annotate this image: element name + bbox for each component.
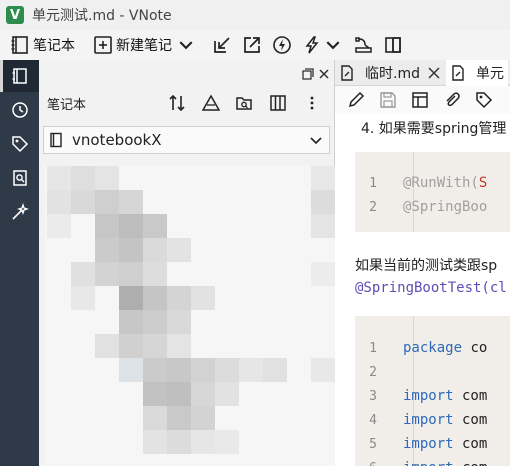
notebook-panel-title: 笔记本 (47, 97, 87, 113)
markdown-file-icon (341, 64, 353, 81)
history-button[interactable] (0, 94, 39, 126)
locate-icon (236, 97, 253, 110)
code-line: import com (403, 436, 488, 452)
notebook-panel: 笔记本 vnotebookX (39, 60, 335, 466)
snippet-icon (11, 203, 29, 220)
chevron-down-icon[interactable] (323, 35, 343, 55)
selected-notebook-name: vnotebookX (72, 131, 162, 149)
editor-tab-bar: 临时.md 单元 (335, 60, 510, 86)
close-panel-icon[interactable] (318, 68, 330, 80)
import-button[interactable] (208, 32, 236, 58)
split-icon (385, 37, 401, 53)
history-icon (11, 102, 28, 118)
window-title: 单元测试.md - VNote (32, 8, 172, 24)
chevron-down-icon (310, 137, 322, 145)
markdown-file-icon (452, 64, 464, 81)
activity-bar (0, 60, 39, 466)
new-note-icon (94, 36, 112, 54)
notebook-icon (50, 132, 62, 148)
panel-header (39, 60, 334, 88)
tab-temp-md[interactable]: 临时.md (335, 60, 446, 86)
paragraph-text: 如果当前的测试类跟sp (355, 258, 498, 274)
main-toolbar: 笔记本 新建笔记 (0, 30, 510, 60)
view-mode-button[interactable] (266, 92, 290, 114)
new-folder-icon (201, 94, 220, 111)
export-button[interactable] (238, 32, 266, 58)
import-icon (214, 37, 230, 53)
new-folder-button[interactable] (199, 92, 223, 114)
line-number: 5 (369, 437, 377, 452)
split-view-button[interactable] (379, 32, 407, 58)
markdown-document[interactable]: 4. 如果需要spring管理 1 2 @RunWith(S @SpringBo… (335, 114, 510, 466)
code-line: @RunWith(S (403, 175, 488, 191)
search-button[interactable] (0, 162, 39, 194)
tools-button[interactable] (349, 32, 377, 58)
sync-icon (273, 36, 291, 54)
sort-icon (169, 94, 185, 112)
tag-icon (476, 92, 493, 109)
export-icon (244, 37, 260, 53)
more-button[interactable] (300, 92, 324, 114)
tab-unit-test-md[interactable]: 单元 (445, 60, 508, 86)
inline-code: @SpringBootTest(cl (355, 280, 507, 296)
code-block (355, 152, 510, 232)
notebook-button-label: 笔记本 (33, 38, 75, 54)
code-line: @SpringBoo (403, 199, 488, 215)
new-note-button[interactable]: 新建笔记 (89, 32, 200, 58)
notebook-explorer-button[interactable] (0, 60, 39, 92)
edit-button[interactable] (345, 89, 367, 111)
flash-button[interactable] (298, 32, 347, 58)
view-icon (270, 95, 287, 111)
sync-button[interactable] (268, 32, 296, 58)
tags-button[interactable] (0, 128, 39, 160)
line-number: 1 (369, 341, 377, 356)
outline-icon (412, 92, 428, 108)
float-panel-icon[interactable] (302, 68, 314, 80)
tools-icon (355, 37, 372, 53)
edit-icon (348, 91, 365, 108)
save-icon (380, 92, 396, 108)
search-icon (12, 170, 27, 186)
line-number: 2 (369, 365, 377, 380)
notebook-tree[interactable] (45, 166, 335, 466)
list-item-text: 4. 如果需要spring管理 (361, 121, 507, 137)
snippets-button[interactable] (0, 196, 39, 228)
outline-button[interactable] (409, 89, 431, 111)
line-number: 4 (369, 413, 377, 428)
close-icon[interactable] (426, 65, 442, 81)
app-logo: V (6, 6, 24, 24)
tab-label: 临时.md (365, 65, 420, 82)
tag-icon (11, 136, 28, 153)
line-number: 6 (363, 461, 377, 466)
notebook-selector[interactable]: vnotebookX (43, 126, 330, 154)
notebook-icon (11, 36, 28, 54)
attachment-icon (446, 92, 460, 107)
notebook-explorer-icon (12, 68, 27, 84)
new-note-button-label: 新建笔记 (116, 38, 172, 54)
notebook-toolbar: 笔记本 (39, 88, 334, 118)
flash-icon (305, 36, 319, 54)
locate-button[interactable] (233, 92, 257, 114)
chevron-down-icon[interactable] (176, 35, 196, 55)
code-line: import com (403, 388, 488, 404)
tag-button[interactable] (473, 89, 495, 111)
save-button[interactable] (377, 89, 399, 111)
attachment-button[interactable] (441, 89, 463, 111)
sort-button[interactable] (165, 92, 189, 114)
title-bar: V 单元测试.md - VNote (0, 0, 510, 30)
line-number: 1 (369, 176, 377, 191)
notebook-button[interactable]: 笔记本 (6, 32, 79, 58)
code-line: package co (403, 340, 488, 356)
code-line: import com (403, 460, 487, 466)
editor-toolbar (335, 86, 510, 114)
code-line: import com (403, 412, 488, 428)
editor-area: 临时.md 单元 4. 如果需要spring管理 1 2 @RunWith(S … (335, 60, 510, 466)
line-number: 2 (369, 200, 377, 215)
tab-label: 单元 (475, 65, 504, 82)
more-icon (310, 96, 314, 110)
line-number: 3 (369, 389, 377, 404)
